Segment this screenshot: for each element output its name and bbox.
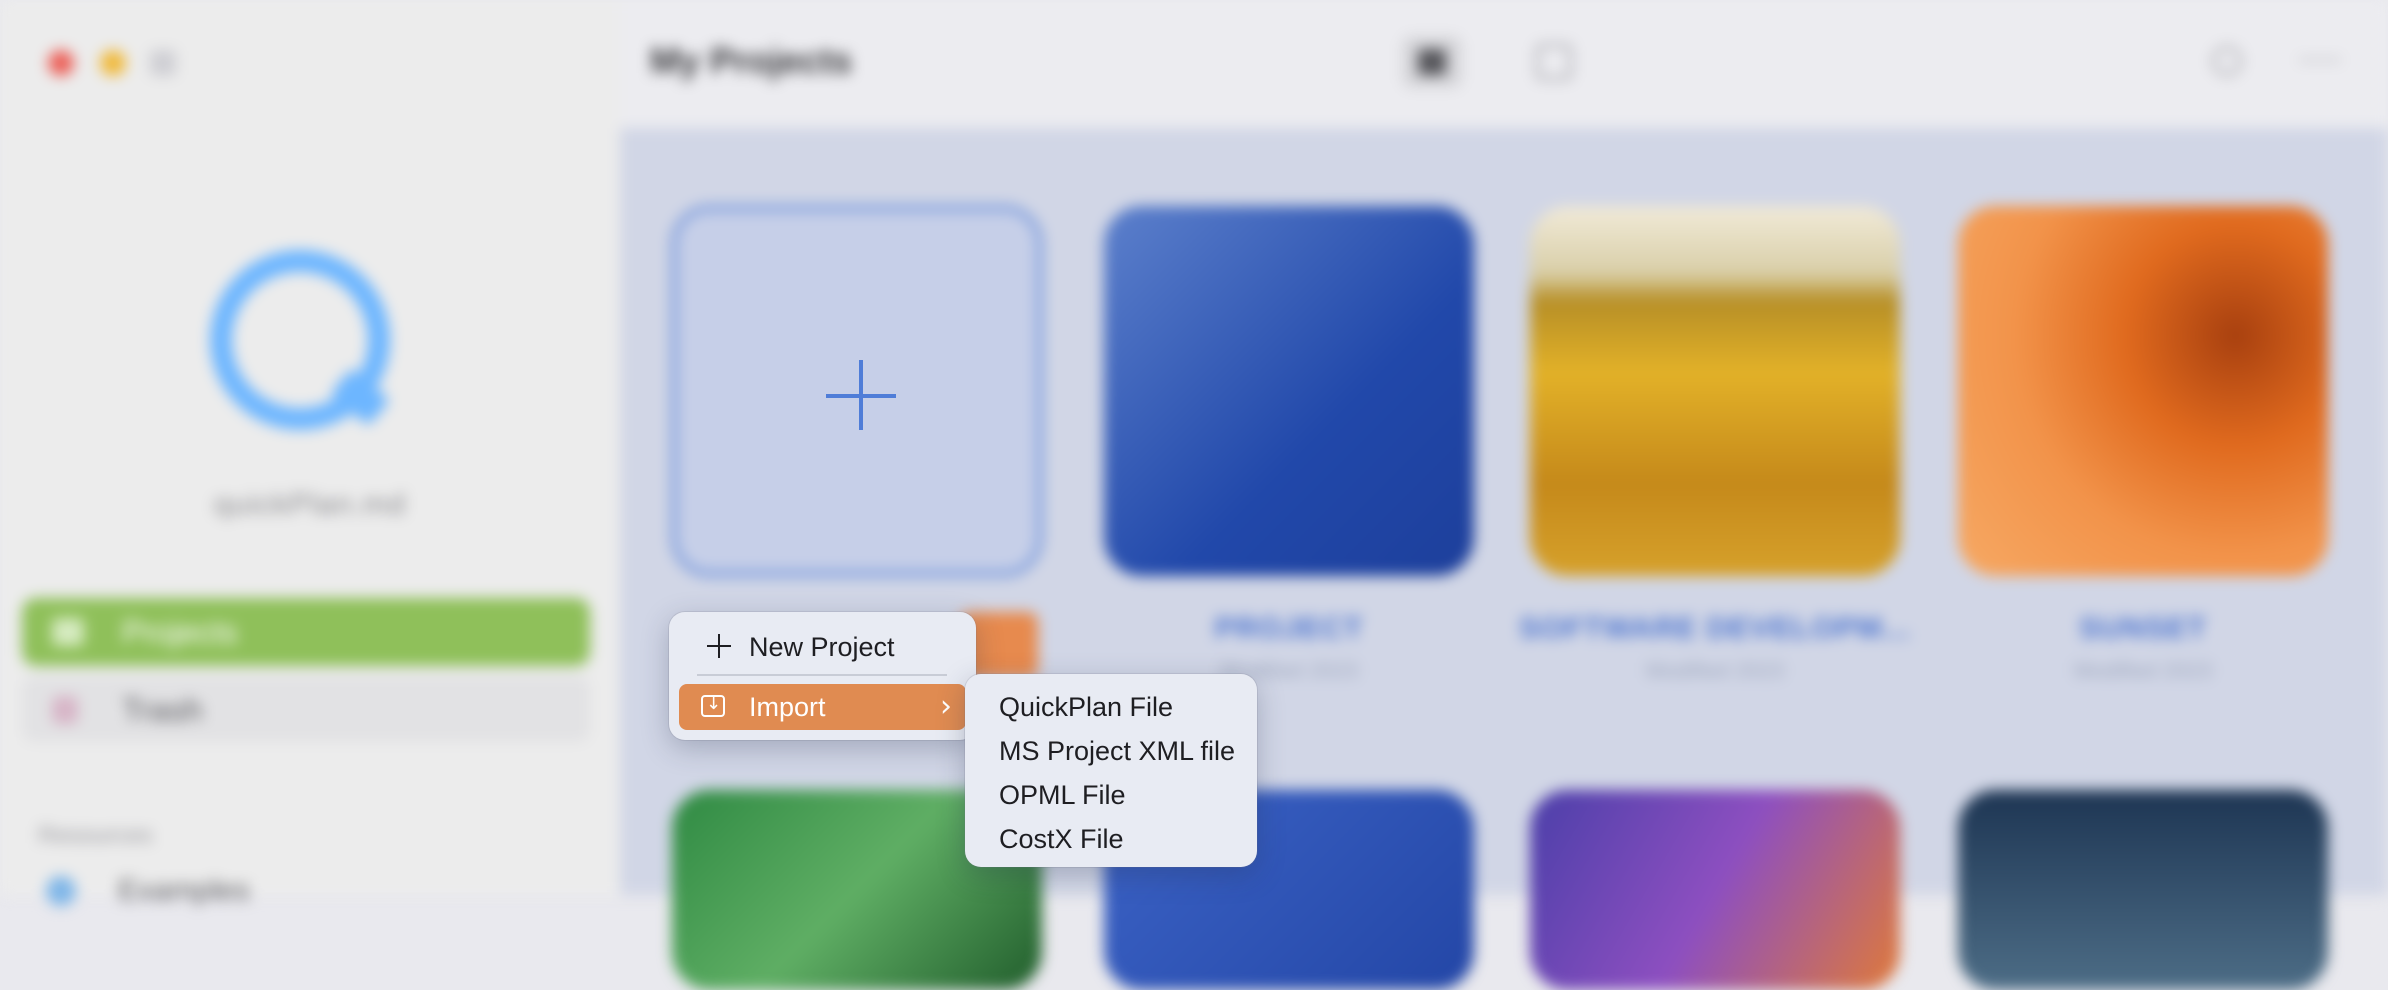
import-submenu: QuickPlan File MS Project XML file OPML … (965, 674, 1257, 867)
submenu-item-label: QuickPlan File (999, 692, 1174, 722)
search-icon[interactable] (2212, 46, 2242, 76)
menu-item-import[interactable]: Import › (679, 684, 966, 730)
folder-icon (52, 618, 84, 646)
more-icon[interactable] (2300, 58, 2340, 68)
plus-icon-vertical (859, 360, 863, 430)
sidebar-item-trash[interactable]: Trash (22, 676, 590, 742)
menu-item-new-project[interactable]: New Project (679, 624, 966, 670)
sidebar-item-label: Examples (118, 874, 250, 907)
sidebar-item-examples[interactable]: Examples (38, 870, 598, 910)
page-title: My Projects (650, 40, 853, 81)
menu-separator (697, 674, 947, 676)
main-content: My Projects PROJECT Modified 2023 SOFTWA… (620, 0, 2388, 990)
menu-item-label: Import (749, 692, 826, 722)
submenu-item-quickplan-file[interactable]: QuickPlan File (973, 686, 1249, 728)
window-minimize-button[interactable] (100, 50, 126, 76)
project-card-thumbnail[interactable] (1530, 790, 1900, 990)
project-title[interactable]: SOFTWARE DEVELOPM... (1515, 612, 1915, 646)
submenu-item-label: CostX File (999, 824, 1124, 854)
import-icon (701, 693, 725, 717)
toolbar: My Projects (620, 0, 2388, 128)
project-card-thumbnail[interactable] (1104, 206, 1474, 576)
trash-icon (52, 696, 78, 724)
project-card-thumbnail[interactable] (1958, 790, 2328, 990)
sidebar: quickPlan.md Projects Trash Resources Ex… (0, 0, 620, 907)
menu-item-label: New Project (749, 632, 895, 662)
sidebar-toggle-icon[interactable] (150, 50, 176, 76)
submenu-item-costx-file[interactable]: CostX File (973, 818, 1249, 860)
grid-view-icon[interactable] (1402, 36, 1462, 88)
chevron-right-icon: › (940, 689, 952, 724)
new-project-card[interactable] (672, 206, 1042, 576)
globe-icon (46, 876, 76, 906)
project-card-thumbnail[interactable] (1530, 206, 1900, 576)
sidebar-item-label: Trash (122, 692, 203, 728)
submenu-item-opml-file[interactable]: OPML File (973, 774, 1249, 816)
context-menu: New Project Import › (669, 612, 976, 740)
sidebar-item-projects[interactable]: Projects (22, 598, 590, 666)
project-title[interactable]: SUNSET (1943, 612, 2343, 646)
account-name: quickPlan.md (213, 488, 407, 521)
window-close-button[interactable] (48, 50, 74, 76)
submenu-item-label: MS Project XML file (999, 736, 1236, 766)
plus-icon (707, 634, 731, 658)
submenu-item-label: OPML File (999, 780, 1126, 810)
project-subtitle: Modified 2023 (2073, 658, 2213, 683)
resources-section-header: Resources (38, 822, 153, 849)
submenu-item-ms-project-xml[interactable]: MS Project XML file (973, 730, 1249, 772)
project-subtitle: Modified 2023 (1645, 658, 1785, 683)
project-title[interactable]: PROJECT (1089, 612, 1489, 646)
project-card-thumbnail[interactable] (1958, 206, 2328, 576)
sidebar-item-label: Projects (122, 614, 238, 650)
list-view-icon[interactable] (1536, 44, 1572, 80)
